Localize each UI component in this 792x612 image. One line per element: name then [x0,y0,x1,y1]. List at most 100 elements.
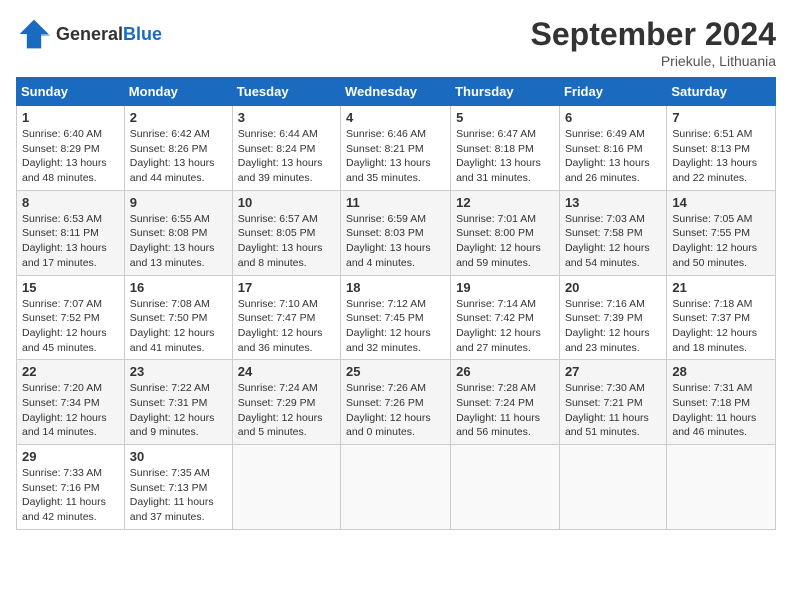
day-number: 15 [22,280,119,295]
day-number: 27 [565,364,661,379]
day-info: Sunrise: 7:33 AMSunset: 7:16 PMDaylight:… [22,467,106,523]
day-number: 21 [672,280,770,295]
day-info: Sunrise: 7:28 AMSunset: 7:24 PMDaylight:… [456,382,540,438]
calendar-cell: 23 Sunrise: 7:22 AMSunset: 7:31 PMDaylig… [124,360,232,445]
day-info: Sunrise: 7:01 AMSunset: 8:00 PMDaylight:… [456,213,541,269]
day-info: Sunrise: 6:40 AMSunset: 8:29 PMDaylight:… [22,128,107,184]
day-info: Sunrise: 7:05 AMSunset: 7:55 PMDaylight:… [672,213,757,269]
calendar-cell: 1 Sunrise: 6:40 AMSunset: 8:29 PMDayligh… [17,106,125,191]
calendar-cell: 14 Sunrise: 7:05 AMSunset: 7:55 PMDaylig… [667,190,776,275]
day-number: 6 [565,110,661,125]
day-number: 22 [22,364,119,379]
logo-text-blue: Blue [123,24,162,44]
calendar-cell: 20 Sunrise: 7:16 AMSunset: 7:39 PMDaylig… [559,275,666,360]
calendar-cell: 25 Sunrise: 7:26 AMSunset: 7:26 PMDaylig… [341,360,451,445]
day-info: Sunrise: 7:18 AMSunset: 7:37 PMDaylight:… [672,298,757,354]
header-tuesday: Tuesday [232,78,340,106]
calendar-cell [559,445,666,530]
calendar-week-row: 15 Sunrise: 7:07 AMSunset: 7:52 PMDaylig… [17,275,776,360]
calendar-cell: 12 Sunrise: 7:01 AMSunset: 8:00 PMDaylig… [451,190,560,275]
day-number: 10 [238,195,335,210]
day-info: Sunrise: 6:47 AMSunset: 8:18 PMDaylight:… [456,128,541,184]
calendar-cell [341,445,451,530]
calendar-cell [232,445,340,530]
calendar-cell: 9 Sunrise: 6:55 AMSunset: 8:08 PMDayligh… [124,190,232,275]
day-number: 1 [22,110,119,125]
day-number: 8 [22,195,119,210]
calendar-cell: 6 Sunrise: 6:49 AMSunset: 8:16 PMDayligh… [559,106,666,191]
calendar-cell: 22 Sunrise: 7:20 AMSunset: 7:34 PMDaylig… [17,360,125,445]
header-thursday: Thursday [451,78,560,106]
day-info: Sunrise: 7:08 AMSunset: 7:50 PMDaylight:… [130,298,215,354]
calendar-cell: 26 Sunrise: 7:28 AMSunset: 7:24 PMDaylig… [451,360,560,445]
day-number: 28 [672,364,770,379]
day-number: 26 [456,364,554,379]
day-info: Sunrise: 7:12 AMSunset: 7:45 PMDaylight:… [346,298,431,354]
title-area: September 2024 Priekule, Lithuania [531,16,776,69]
logo-icon [16,16,52,52]
calendar-cell: 27 Sunrise: 7:30 AMSunset: 7:21 PMDaylig… [559,360,666,445]
day-info: Sunrise: 6:59 AMSunset: 8:03 PMDaylight:… [346,213,431,269]
logo: GeneralBlue [16,16,162,52]
day-number: 14 [672,195,770,210]
day-info: Sunrise: 6:51 AMSunset: 8:13 PMDaylight:… [672,128,757,184]
calendar-week-row: 29 Sunrise: 7:33 AMSunset: 7:16 PMDaylig… [17,445,776,530]
day-info: Sunrise: 7:30 AMSunset: 7:21 PMDaylight:… [565,382,649,438]
calendar-cell: 21 Sunrise: 7:18 AMSunset: 7:37 PMDaylig… [667,275,776,360]
day-number: 19 [456,280,554,295]
day-info: Sunrise: 6:42 AMSunset: 8:26 PMDaylight:… [130,128,215,184]
calendar-cell: 28 Sunrise: 7:31 AMSunset: 7:18 PMDaylig… [667,360,776,445]
calendar-cell: 5 Sunrise: 6:47 AMSunset: 8:18 PMDayligh… [451,106,560,191]
calendar-week-row: 1 Sunrise: 6:40 AMSunset: 8:29 PMDayligh… [17,106,776,191]
calendar: Sunday Monday Tuesday Wednesday Thursday… [16,77,776,530]
day-info: Sunrise: 7:24 AMSunset: 7:29 PMDaylight:… [238,382,323,438]
day-number: 2 [130,110,227,125]
calendar-cell [667,445,776,530]
calendar-cell: 10 Sunrise: 6:57 AMSunset: 8:05 PMDaylig… [232,190,340,275]
calendar-cell: 3 Sunrise: 6:44 AMSunset: 8:24 PMDayligh… [232,106,340,191]
day-info: Sunrise: 6:44 AMSunset: 8:24 PMDaylight:… [238,128,323,184]
calendar-cell: 24 Sunrise: 7:24 AMSunset: 7:29 PMDaylig… [232,360,340,445]
location: Priekule, Lithuania [531,53,776,69]
calendar-cell: 18 Sunrise: 7:12 AMSunset: 7:45 PMDaylig… [341,275,451,360]
weekday-header-row: Sunday Monday Tuesday Wednesday Thursday… [17,78,776,106]
day-info: Sunrise: 7:22 AMSunset: 7:31 PMDaylight:… [130,382,215,438]
day-info: Sunrise: 6:46 AMSunset: 8:21 PMDaylight:… [346,128,431,184]
day-info: Sunrise: 6:53 AMSunset: 8:11 PMDaylight:… [22,213,107,269]
calendar-cell [451,445,560,530]
day-info: Sunrise: 6:49 AMSunset: 8:16 PMDaylight:… [565,128,650,184]
calendar-cell: 30 Sunrise: 7:35 AMSunset: 7:13 PMDaylig… [124,445,232,530]
day-info: Sunrise: 7:20 AMSunset: 7:34 PMDaylight:… [22,382,107,438]
day-number: 23 [130,364,227,379]
day-number: 30 [130,449,227,464]
calendar-cell: 19 Sunrise: 7:14 AMSunset: 7:42 PMDaylig… [451,275,560,360]
calendar-cell: 13 Sunrise: 7:03 AMSunset: 7:58 PMDaylig… [559,190,666,275]
calendar-cell: 16 Sunrise: 7:08 AMSunset: 7:50 PMDaylig… [124,275,232,360]
day-number: 25 [346,364,445,379]
day-info: Sunrise: 7:14 AMSunset: 7:42 PMDaylight:… [456,298,541,354]
day-number: 29 [22,449,119,464]
calendar-cell: 4 Sunrise: 6:46 AMSunset: 8:21 PMDayligh… [341,106,451,191]
calendar-cell: 17 Sunrise: 7:10 AMSunset: 7:47 PMDaylig… [232,275,340,360]
day-number: 3 [238,110,335,125]
day-info: Sunrise: 7:26 AMSunset: 7:26 PMDaylight:… [346,382,431,438]
day-info: Sunrise: 6:57 AMSunset: 8:05 PMDaylight:… [238,213,323,269]
calendar-cell: 15 Sunrise: 7:07 AMSunset: 7:52 PMDaylig… [17,275,125,360]
calendar-cell: 11 Sunrise: 6:59 AMSunset: 8:03 PMDaylig… [341,190,451,275]
day-number: 18 [346,280,445,295]
month-title: September 2024 [531,16,776,53]
day-number: 16 [130,280,227,295]
day-number: 24 [238,364,335,379]
day-number: 12 [456,195,554,210]
day-number: 20 [565,280,661,295]
day-number: 9 [130,195,227,210]
day-info: Sunrise: 7:07 AMSunset: 7:52 PMDaylight:… [22,298,107,354]
calendar-cell: 7 Sunrise: 6:51 AMSunset: 8:13 PMDayligh… [667,106,776,191]
logo-text-general: General [56,24,123,44]
day-number: 13 [565,195,661,210]
calendar-cell: 2 Sunrise: 6:42 AMSunset: 8:26 PMDayligh… [124,106,232,191]
header-wednesday: Wednesday [341,78,451,106]
calendar-week-row: 8 Sunrise: 6:53 AMSunset: 8:11 PMDayligh… [17,190,776,275]
header-monday: Monday [124,78,232,106]
day-number: 7 [672,110,770,125]
